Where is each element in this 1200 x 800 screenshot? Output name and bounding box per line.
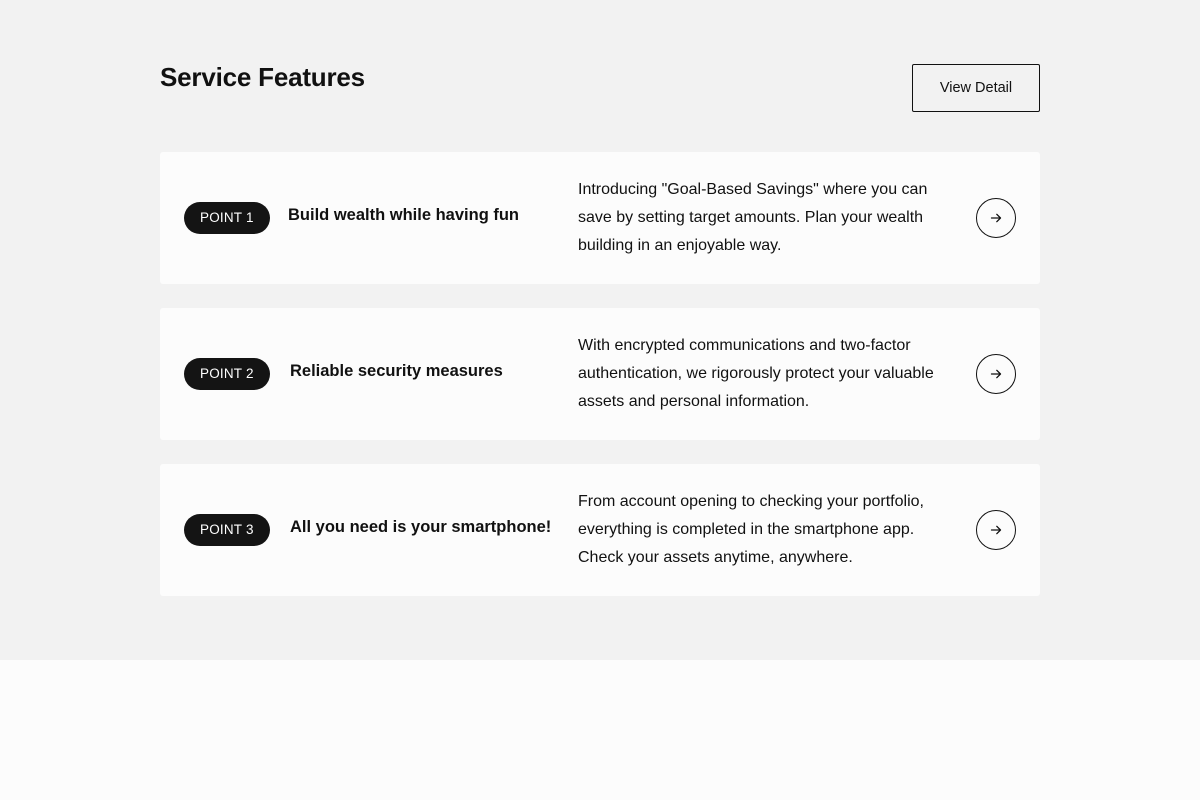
feature-1-arrow-button[interactable] (976, 198, 1016, 238)
feature-title: Reliable security measures (290, 362, 503, 380)
feature-badge: POINT 1 (184, 202, 270, 234)
feature-description: Introducing "Goal-Based Savings" where y… (578, 181, 928, 254)
section-container: Service Features View Detail POINT 1 Bui… (160, 0, 1040, 620)
arrow-right-icon (990, 524, 1002, 536)
feature-badge: POINT 2 (184, 358, 270, 390)
feature-card-3: POINT 3 All you need is your smartphone!… (160, 464, 1040, 596)
section-header: Service Features View Detail (160, 0, 1040, 152)
page-footer-area (0, 660, 1200, 800)
feature-description: From account opening to checking your po… (578, 493, 924, 566)
section-title: Service Features (160, 62, 365, 92)
feature-card-2: POINT 2 Reliable security measures With … (160, 308, 1040, 440)
service-features-section: Service Features View Detail POINT 1 Bui… (0, 0, 1200, 660)
feature-3-arrow-button[interactable] (976, 510, 1016, 550)
arrow-right-icon (990, 368, 1002, 380)
arrow-right-icon (990, 212, 1002, 224)
feature-description: With encrypted communications and two-fa… (578, 337, 934, 410)
feature-badge: POINT 3 (184, 514, 270, 546)
feature-title: Build wealth while having fun (288, 206, 520, 224)
feature-card-1: POINT 1 Build wealth while having fun In… (160, 152, 1040, 284)
feature-title: All you need is your smartphone! (290, 518, 552, 536)
feature-2-arrow-button[interactable] (976, 354, 1016, 394)
view-detail-button[interactable]: View Detail (912, 64, 1040, 112)
